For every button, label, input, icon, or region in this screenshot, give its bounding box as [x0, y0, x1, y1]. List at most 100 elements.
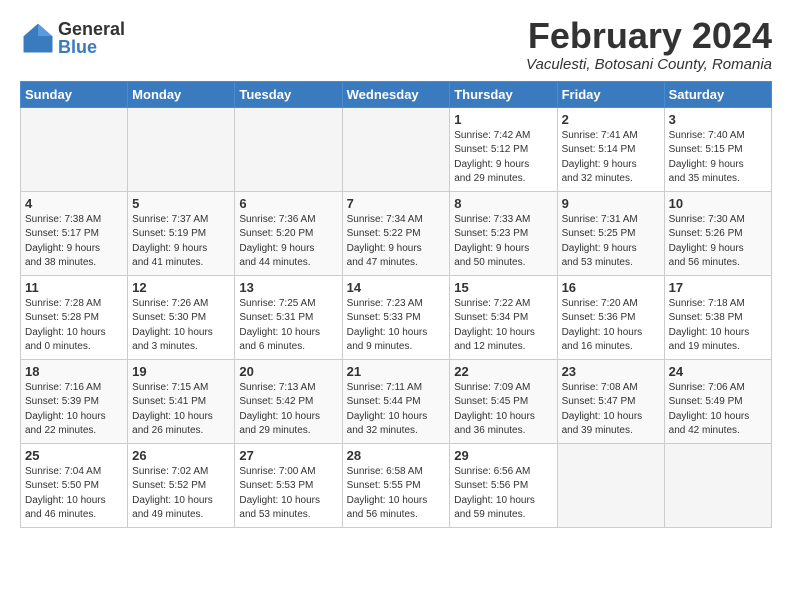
day-info: Sunrise: 7:13 AM Sunset: 5:42 PM Dayligh… — [239, 381, 337, 439]
logo-general: General — [58, 20, 125, 38]
calendar-cell: 26 Sunrise: 7:02 AM Sunset: 5:52 PM Dayli… — [128, 443, 235, 527]
day-info: Sunrise: 7:23 AM Sunset: 5:33 PM Dayligh… — [347, 297, 446, 355]
day-number: 12 — [132, 280, 230, 295]
logo-icon — [20, 20, 56, 56]
day-number: 18 — [25, 364, 123, 379]
day-number: 25 — [25, 448, 123, 463]
day-number: 24 — [669, 364, 767, 379]
logo: General Blue — [20, 20, 125, 56]
day-info: Sunrise: 7:33 AM Sunset: 5:23 PM Dayligh… — [454, 213, 552, 271]
calendar-cell — [664, 443, 771, 527]
day-number: 13 — [239, 280, 337, 295]
day-number: 3 — [669, 112, 767, 127]
calendar-week-row: 11 Sunrise: 7:28 AM Sunset: 5:28 PM Dayli… — [21, 275, 772, 359]
day-number: 14 — [347, 280, 446, 295]
weekday-header: Tuesday — [235, 81, 342, 107]
day-number: 26 — [132, 448, 230, 463]
calendar-cell — [21, 107, 128, 191]
calendar-table: SundayMondayTuesdayWednesdayThursdayFrid… — [20, 81, 772, 528]
day-number: 28 — [347, 448, 446, 463]
day-number: 27 — [239, 448, 337, 463]
day-number: 8 — [454, 196, 552, 211]
day-number: 10 — [669, 196, 767, 211]
day-number: 11 — [25, 280, 123, 295]
calendar-cell: 27 Sunrise: 7:00 AM Sunset: 5:53 PM Dayli… — [235, 443, 342, 527]
weekday-header: Friday — [557, 81, 664, 107]
day-number: 6 — [239, 196, 337, 211]
logo-blue: Blue — [58, 38, 125, 56]
day-number: 23 — [562, 364, 660, 379]
day-info: Sunrise: 7:00 AM Sunset: 5:53 PM Dayligh… — [239, 465, 337, 523]
calendar-cell: 9 Sunrise: 7:31 AM Sunset: 5:25 PM Daylig… — [557, 191, 664, 275]
day-info: Sunrise: 7:16 AM Sunset: 5:39 PM Dayligh… — [25, 381, 123, 439]
day-info: Sunrise: 7:26 AM Sunset: 5:30 PM Dayligh… — [132, 297, 230, 355]
day-info: Sunrise: 7:11 AM Sunset: 5:44 PM Dayligh… — [347, 381, 446, 439]
calendar-cell: 29Sunrise: 6:56 AM Sunset: 5:56 PM Dayli… — [450, 443, 557, 527]
calendar-cell: 6 Sunrise: 7:36 AM Sunset: 5:20 PM Daylig… — [235, 191, 342, 275]
day-info: Sunrise: 7:20 AM Sunset: 5:36 PM Dayligh… — [562, 297, 660, 355]
calendar-cell: 20Sunrise: 7:13 AM Sunset: 5:42 PM Dayli… — [235, 359, 342, 443]
calendar-week-row: 25 Sunrise: 7:04 AM Sunset: 5:50 PM Dayli… — [21, 443, 772, 527]
calendar-cell: 23 Sunrise: 7:08 AM Sunset: 5:47 PM Dayli… — [557, 359, 664, 443]
day-number: 16 — [562, 280, 660, 295]
calendar-cell — [557, 443, 664, 527]
day-info: Sunrise: 7:34 AM Sunset: 5:22 PM Dayligh… — [347, 213, 446, 271]
day-info: Sunrise: 7:31 AM Sunset: 5:25 PM Dayligh… — [562, 213, 660, 271]
weekday-header: Thursday — [450, 81, 557, 107]
day-info: Sunrise: 7:15 AM Sunset: 5:41 PM Dayligh… — [132, 381, 230, 439]
day-number: 21 — [347, 364, 446, 379]
day-info: Sunrise: 7:04 AM Sunset: 5:50 PM Dayligh… — [25, 465, 123, 523]
calendar-cell: 10 Sunrise: 7:30 AM Sunset: 5:26 PM Dayli… — [664, 191, 771, 275]
calendar-cell: 22Sunrise: 7:09 AM Sunset: 5:45 PM Dayli… — [450, 359, 557, 443]
day-info: Sunrise: 7:38 AM Sunset: 5:17 PM Dayligh… — [25, 213, 123, 271]
calendar-cell: 19 Sunrise: 7:15 AM Sunset: 5:41 PM Dayli… — [128, 359, 235, 443]
day-info: Sunrise: 7:09 AM Sunset: 5:45 PM Dayligh… — [454, 381, 552, 439]
calendar-cell: 13 Sunrise: 7:25 AM Sunset: 5:31 PM Dayli… — [235, 275, 342, 359]
calendar-header-row: SundayMondayTuesdayWednesdayThursdayFrid… — [21, 81, 772, 107]
calendar-cell: 25 Sunrise: 7:04 AM Sunset: 5:50 PM Dayli… — [21, 443, 128, 527]
day-info: Sunrise: 7:22 AM Sunset: 5:34 PM Dayligh… — [454, 297, 552, 355]
calendar-cell: 15 Sunrise: 7:22 AM Sunset: 5:34 PM Dayli… — [450, 275, 557, 359]
day-info: Sunrise: 7:08 AM Sunset: 5:47 PM Dayligh… — [562, 381, 660, 439]
day-number: 7 — [347, 196, 446, 211]
calendar-cell: 2 Sunrise: 7:41 AM Sunset: 5:14 PM Daylig… — [557, 107, 664, 191]
calendar-cell: 11 Sunrise: 7:28 AM Sunset: 5:28 PM Dayli… — [21, 275, 128, 359]
day-info: Sunrise: 7:06 AM Sunset: 5:49 PM Dayligh… — [669, 381, 767, 439]
day-number: 29 — [454, 448, 552, 463]
day-number: 17 — [669, 280, 767, 295]
day-number: 4 — [25, 196, 123, 211]
calendar-cell: 21 Sunrise: 7:11 AM Sunset: 5:44 PM Dayli… — [342, 359, 450, 443]
title-area: February 2024 Vaculesti, Botosani County… — [526, 16, 772, 73]
calendar-cell — [128, 107, 235, 191]
day-info: Sunrise: 7:37 AM Sunset: 5:19 PM Dayligh… — [132, 213, 230, 271]
calendar-cell: 12 Sunrise: 7:26 AM Sunset: 5:30 PM Dayli… — [128, 275, 235, 359]
weekday-header: Monday — [128, 81, 235, 107]
calendar-week-row: 18 Sunrise: 7:16 AM Sunset: 5:39 PM Dayli… — [21, 359, 772, 443]
day-info: Sunrise: 7:41 AM Sunset: 5:14 PM Dayligh… — [562, 129, 660, 187]
day-info: Sunrise: 7:18 AM Sunset: 5:38 PM Dayligh… — [669, 297, 767, 355]
day-info: Sunrise: 7:02 AM Sunset: 5:52 PM Dayligh… — [132, 465, 230, 523]
calendar-cell: 1Sunrise: 7:42 AM Sunset: 5:12 PM Daylig… — [450, 107, 557, 191]
day-number: 2 — [562, 112, 660, 127]
day-number: 19 — [132, 364, 230, 379]
calendar-week-row: 1Sunrise: 7:42 AM Sunset: 5:12 PM Daylig… — [21, 107, 772, 191]
calendar-cell: 24 Sunrise: 7:06 AM Sunset: 5:49 PM Dayli… — [664, 359, 771, 443]
logo-text: General Blue — [58, 20, 125, 56]
day-info: Sunrise: 6:58 AM Sunset: 5:55 PM Dayligh… — [347, 465, 446, 523]
day-info: Sunrise: 7:30 AM Sunset: 5:26 PM Dayligh… — [669, 213, 767, 271]
day-info: Sunrise: 7:25 AM Sunset: 5:31 PM Dayligh… — [239, 297, 337, 355]
calendar-cell: 5Sunrise: 7:37 AM Sunset: 5:19 PM Daylig… — [128, 191, 235, 275]
day-number: 1 — [454, 112, 552, 127]
calendar-cell — [235, 107, 342, 191]
day-info: Sunrise: 7:28 AM Sunset: 5:28 PM Dayligh… — [25, 297, 123, 355]
day-number: 9 — [562, 196, 660, 211]
calendar-cell: 28 Sunrise: 6:58 AM Sunset: 5:55 PM Dayli… — [342, 443, 450, 527]
weekday-header: Sunday — [21, 81, 128, 107]
calendar-cell: 14 Sunrise: 7:23 AM Sunset: 5:33 PM Dayli… — [342, 275, 450, 359]
calendar-cell: 7 Sunrise: 7:34 AM Sunset: 5:22 PM Daylig… — [342, 191, 450, 275]
subtitle: Vaculesti, Botosani County, Romania — [526, 56, 772, 73]
page-header: General Blue February 2024 Vaculesti, Bo… — [20, 16, 772, 73]
main-title: February 2024 — [526, 16, 772, 56]
day-info: Sunrise: 7:36 AM Sunset: 5:20 PM Dayligh… — [239, 213, 337, 271]
day-number: 15 — [454, 280, 552, 295]
